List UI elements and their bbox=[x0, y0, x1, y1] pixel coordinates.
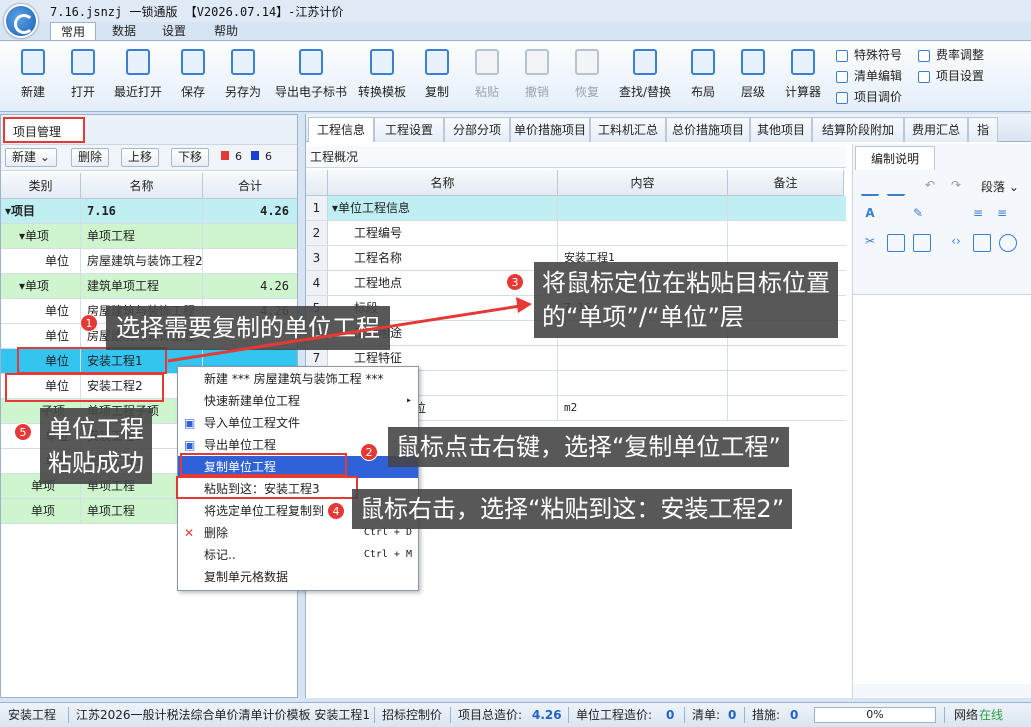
badge-1: 1 bbox=[80, 314, 98, 332]
status-total-label: 项目总造价: bbox=[458, 708, 523, 722]
badge-3: 3 bbox=[506, 273, 524, 291]
status-unit-label: 单位工程造价: bbox=[576, 708, 653, 722]
status-network-value: 在线 bbox=[979, 708, 1004, 722]
status-network-label: 网络 bbox=[954, 708, 979, 722]
status-unit-value: 0 bbox=[666, 708, 675, 722]
badge-2: 2 bbox=[360, 443, 378, 461]
status-list-value: 0 bbox=[728, 708, 737, 722]
status-bar: 安装工程 江苏2026一般计税法综合单价清单计价模板 安装工程1 招标控制价 项… bbox=[0, 702, 1031, 726]
status-total-value: 4.26 bbox=[532, 708, 562, 722]
status-separator bbox=[568, 707, 569, 723]
status-separator bbox=[374, 707, 375, 723]
status-separator bbox=[944, 707, 945, 723]
status-template: 江苏2026一般计税法综合单价清单计价模板 安装工程1 bbox=[76, 708, 370, 722]
status-list-label: 清单: bbox=[692, 708, 721, 722]
arrow-line bbox=[167, 304, 521, 363]
badge-4: 4 bbox=[327, 502, 345, 520]
status-separator bbox=[450, 707, 451, 723]
status-project: 安装工程 bbox=[8, 708, 57, 722]
status-control-price: 招标控制价 bbox=[382, 708, 443, 722]
status-measure-label: 措施: bbox=[752, 708, 781, 722]
badge-5: 5 bbox=[14, 423, 32, 441]
status-separator bbox=[684, 707, 685, 723]
progress-bar: 0% bbox=[814, 707, 936, 723]
arrow-head-icon bbox=[516, 297, 532, 313]
status-separator bbox=[68, 707, 69, 723]
status-separator bbox=[744, 707, 745, 723]
status-measure-value: 0 bbox=[790, 708, 799, 722]
annotation-arrows bbox=[167, 297, 532, 363]
